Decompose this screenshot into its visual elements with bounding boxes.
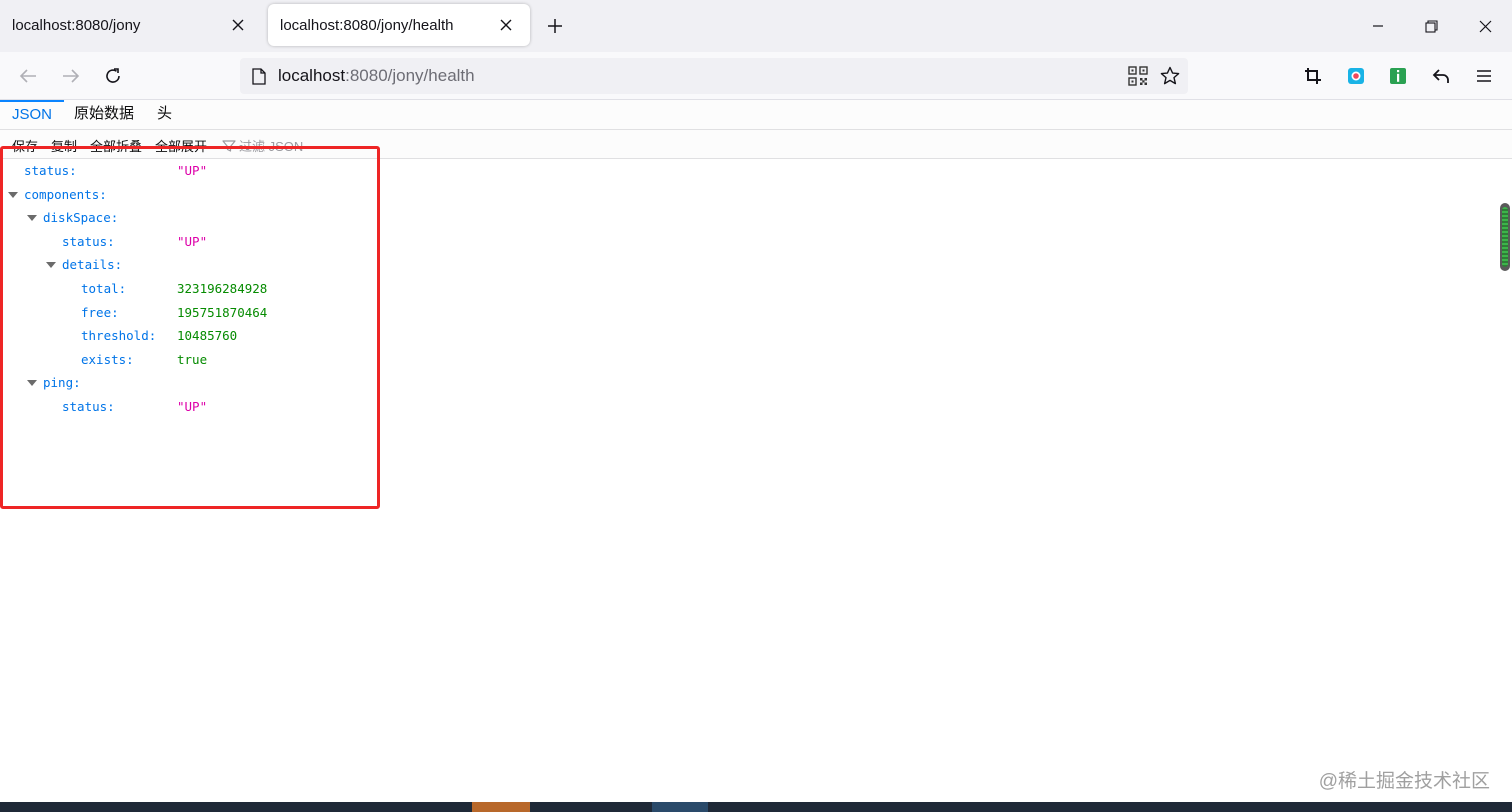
window-close-button[interactable] — [1469, 10, 1501, 42]
plus-icon — [548, 19, 562, 33]
tab-raw-data[interactable]: 原始数据 — [62, 100, 146, 130]
json-row: status: "UP" — [0, 159, 600, 182]
json-value: 323196284928 — [177, 281, 268, 296]
undo-icon — [1432, 69, 1449, 83]
json-value: "UP" — [177, 399, 208, 414]
crop-tool-button[interactable] — [1297, 60, 1329, 92]
filter-placeholder: 过滤 JSON — [239, 139, 304, 154]
copy-button[interactable]: 复制 — [51, 136, 77, 155]
json-row[interactable]: components: — [0, 183, 600, 206]
tab-headers[interactable]: 头 — [145, 100, 184, 130]
taskbar-app[interactable] — [652, 802, 708, 812]
twisty-down-icon[interactable] — [27, 378, 37, 388]
green-extension-button[interactable] — [1382, 60, 1414, 92]
minimize-icon — [1373, 25, 1383, 27]
json-row: threshold: 10485760 — [0, 324, 600, 347]
crop-icon — [1305, 68, 1321, 84]
json-key: components: — [24, 187, 107, 202]
json-key: status: — [62, 234, 115, 249]
save-button[interactable]: 保存 — [12, 136, 38, 155]
new-tab-button[interactable] — [542, 13, 568, 39]
taskbar-app[interactable] — [472, 802, 530, 812]
json-value: "UP" — [177, 234, 208, 249]
json-key: threshold: — [81, 328, 157, 343]
json-key: free: — [81, 305, 119, 320]
vertical-scrollbar[interactable] — [1500, 203, 1510, 271]
os-taskbar — [0, 802, 1512, 812]
page-icon — [248, 65, 270, 87]
green-extension-icon — [1390, 68, 1406, 84]
expand-all-button[interactable]: 全部展开 — [155, 136, 207, 155]
star-icon[interactable] — [1158, 64, 1182, 88]
back-button[interactable] — [12, 60, 44, 92]
back-arrow-icon — [19, 69, 36, 83]
json-key: exists: — [81, 352, 134, 367]
browser-tab-1[interactable]: localhost:8080/jony — [0, 4, 262, 46]
twisty-down-icon[interactable] — [46, 260, 56, 270]
json-key: status: — [62, 399, 115, 414]
json-key: ping: — [43, 375, 81, 390]
json-row[interactable]: diskSpace: — [0, 206, 600, 229]
restore-button[interactable] — [1415, 10, 1447, 42]
scrollbar-thumb[interactable] — [1502, 207, 1508, 267]
qr-code-icon[interactable] — [1128, 66, 1148, 86]
json-value: 10485760 — [177, 328, 238, 343]
close-icon[interactable] — [494, 13, 518, 37]
reload-icon — [106, 68, 120, 83]
browser-tab-2[interactable]: localhost:8080/jony/health — [268, 4, 530, 46]
tab-json[interactable]: JSON — [0, 100, 65, 130]
window-close-icon — [1479, 20, 1491, 32]
undo-button[interactable] — [1425, 60, 1457, 92]
reload-button[interactable] — [97, 60, 129, 92]
screenshot-extension-button[interactable] — [1340, 60, 1372, 92]
collapse-all-button[interactable]: 全部折叠 — [90, 136, 142, 155]
close-icon[interactable] — [226, 13, 250, 37]
json-toolbar: 保存 复制 全部折叠 全部展开 过滤 JSON — [0, 130, 1512, 159]
menu-button[interactable] — [1468, 60, 1500, 92]
json-row[interactable]: ping: — [0, 371, 600, 394]
tab-strip: localhost:8080/jony localhost:8080/jony/… — [0, 0, 1512, 52]
json-viewer-tabs: JSON 原始数据 头 — [0, 100, 1512, 130]
json-key: total: — [81, 281, 127, 296]
twisty-down-icon[interactable] — [27, 213, 37, 223]
json-row: exists: true — [0, 348, 600, 371]
json-row[interactable]: details: — [0, 253, 600, 276]
filter-json-input[interactable]: 过滤 JSON — [222, 136, 303, 155]
restore-icon — [1424, 19, 1438, 33]
json-key: status: — [24, 163, 77, 178]
screenshot-extension-icon — [1348, 68, 1364, 84]
json-value: true — [177, 352, 208, 367]
json-row: status: "UP" — [0, 230, 600, 253]
address-bar[interactable]: localhost:8080/jony/health — [240, 58, 1188, 94]
menu-icon — [1477, 70, 1491, 82]
json-row: free: 195751870464 — [0, 301, 600, 324]
json-value: "UP" — [177, 163, 208, 178]
url-text[interactable]: localhost:8080/jony/health — [278, 66, 475, 86]
watermark: @稀土掘金技术社区 — [1318, 771, 1490, 792]
minimize-button[interactable] — [1362, 10, 1394, 42]
forward-button[interactable] — [55, 60, 87, 92]
tab-title: localhost:8080/jony/health — [280, 16, 454, 34]
twisty-down-icon[interactable] — [8, 190, 18, 200]
url-path: :8080/jony/health — [345, 66, 475, 85]
navigation-toolbar: localhost:8080/jony/health — [0, 52, 1512, 100]
json-value: 195751870464 — [177, 305, 268, 320]
forward-arrow-icon — [63, 69, 80, 83]
json-row: status: "UP" — [0, 395, 600, 418]
json-row: total: 323196284928 — [0, 277, 600, 300]
tab-title: localhost:8080/jony — [12, 16, 141, 34]
json-key: details: — [62, 257, 123, 272]
url-host: localhost — [278, 66, 346, 85]
filter-icon — [222, 139, 236, 152]
json-key: diskSpace: — [43, 210, 119, 225]
